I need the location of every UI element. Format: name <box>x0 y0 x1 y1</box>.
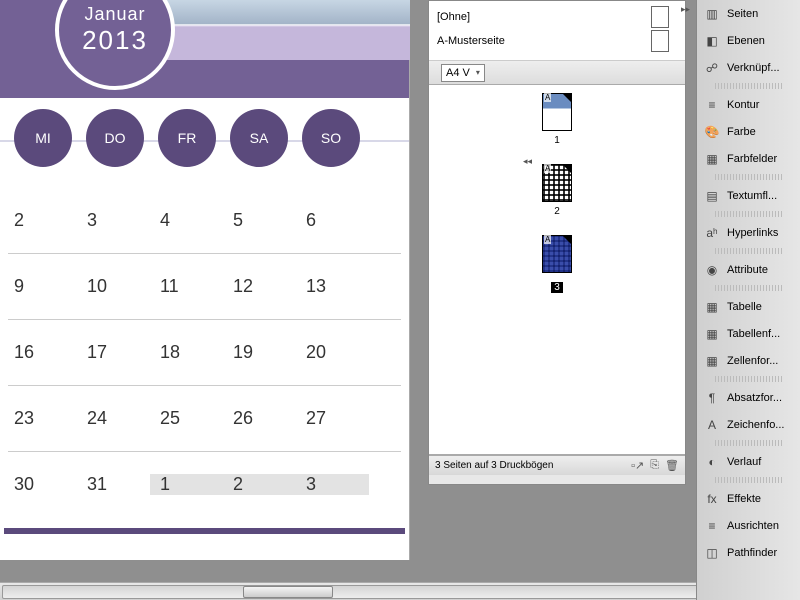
weekday-cell: SO <box>302 109 360 167</box>
masters-section[interactable]: [Ohne] A-Musterseite <box>429 1 685 61</box>
ebenen-icon: ◧ <box>703 33 721 49</box>
master-a[interactable]: A-Musterseite <box>437 29 677 53</box>
zellenfor-icon: ▦ <box>703 353 721 369</box>
attribute-icon: ◉ <box>703 262 721 278</box>
calendar-footer-bar <box>4 528 405 534</box>
dock-item-label: Farbe <box>727 126 794 138</box>
tabelle-icon: ▦ <box>703 299 721 315</box>
master-thumb-icon <box>651 30 669 52</box>
dock-item-attribute[interactable]: ◉ Attribute <box>697 256 800 283</box>
calendar-header: Januar 2013 <box>0 0 409 98</box>
dock-item-verlauf[interactable]: ◐ Verlauf <box>697 448 800 475</box>
zeichenfo-icon: A <box>703 417 721 433</box>
seiten-icon: ▥ <box>703 6 721 22</box>
dock-item-label: Seiten <box>727 8 794 20</box>
verlauf-icon: ◐ <box>703 454 721 470</box>
page-item-2[interactable]: 2 <box>429 164 685 217</box>
dock-item-label: Verknüpf... <box>727 62 794 74</box>
header-photo <box>150 0 410 60</box>
textumfl-icon: ▤ <box>703 188 721 204</box>
dock-item-label: Hyperlinks <box>727 227 794 239</box>
page-thumbnail-icon[interactable] <box>542 93 572 131</box>
dock-item-effekte[interactable]: fx Effekte <box>697 485 800 512</box>
dock-item-farbe[interactable]: 🎨 Farbe <box>697 118 800 145</box>
farbfelder-icon: ▦ <box>703 151 721 167</box>
dock-item-tabellenf[interactable]: ▦ Tabellenf... <box>697 320 800 347</box>
weekday-cell: FR <box>158 109 216 167</box>
dock-item-label: Zellenfor... <box>727 355 794 367</box>
dock-item-label: Effekte <box>727 493 794 505</box>
dock-item-label: Ebenen <box>727 35 794 47</box>
dock-item-pathfinder[interactable]: ◫ Pathfinder <box>697 539 800 566</box>
page-item-3[interactable]: 3 <box>429 235 685 295</box>
dock-item-label: Verlauf <box>727 456 794 468</box>
hyperlinks-icon: aʰ <box>703 225 721 241</box>
weekday-cell: SA <box>230 109 288 167</box>
kontur-icon: ≡ <box>703 97 721 113</box>
new-page-icon[interactable]: ⎘ <box>650 459 659 472</box>
dock-item-label: Tabellenf... <box>727 328 794 340</box>
dock-item-ebenen[interactable]: ◧ Ebenen <box>697 27 800 54</box>
collapse-arrow-icon[interactable]: ▸▸ <box>681 4 690 15</box>
dock-item-textumfl[interactable]: ▤ Textumfl... <box>697 182 800 209</box>
delete-page-icon[interactable]: 🗑 <box>665 459 679 472</box>
tabellenf-icon: ▦ <box>703 326 721 342</box>
calendar-grid: 23456 910111213 1617181920 2324252627 30… <box>0 178 409 527</box>
page-size-dropdown[interactable]: A4 V <box>441 64 485 82</box>
dock-item-label: Attribute <box>727 264 794 276</box>
panel-dock[interactable]: ▥ Seiten ◧ Ebenen ☍ Verknüpf... ≡ Kontur 🎨 Farbe ▦… <box>696 0 800 600</box>
collapse-arrow-icon[interactable]: ◂◂ <box>523 156 532 167</box>
pages-list[interactable]: 1 2 3 <box>429 85 685 455</box>
dock-item-zeichenfo[interactable]: A Zeichenfo... <box>697 411 800 438</box>
month-badge: Januar 2013 <box>55 0 175 90</box>
pages-status-bar: 3 Seiten auf 3 Druckbögen ▫↗ ⎘ 🗑 <box>429 455 685 475</box>
dock-item-label: Ausrichten <box>727 520 794 532</box>
weekday-cell: MI <box>14 109 72 167</box>
weekday-cell: DO <box>86 109 144 167</box>
document-canvas[interactable]: Januar 2013 MI DO FR SA SO 23456 9101112… <box>0 0 410 560</box>
dock-item-label: Farbfelder <box>727 153 794 165</box>
farbe-icon: 🎨 <box>703 124 721 140</box>
absatzfor-icon: ¶ <box>703 390 721 406</box>
page-size-bar: A4 V <box>429 61 685 85</box>
dock-item-label: Kontur <box>727 99 794 111</box>
pages-status-text: 3 Seiten auf 3 Druckbögen <box>435 460 553 471</box>
ausrichten-icon: ≡ <box>703 518 721 534</box>
scrollbar-track[interactable] <box>2 585 766 599</box>
dock-item-label: Textumfl... <box>727 190 794 202</box>
pages-panel[interactable]: [Ohne] A-Musterseite A4 V 1 2 3 3 Seiten… <box>428 0 686 485</box>
verknpf-icon: ☍ <box>703 60 721 76</box>
dock-item-label: Zeichenfo... <box>727 419 794 431</box>
page-item-1[interactable]: 1 <box>429 93 685 146</box>
dock-item-kontur[interactable]: ≡ Kontur <box>697 91 800 118</box>
dock-item-tabelle[interactable]: ▦ Tabelle <box>697 293 800 320</box>
dock-item-absatzfor[interactable]: ¶ Absatzfor... <box>697 384 800 411</box>
dock-item-farbfelder[interactable]: ▦ Farbfelder <box>697 145 800 172</box>
dock-item-hyperlinks[interactable]: aʰ Hyperlinks <box>697 219 800 246</box>
weekday-row: MI DO FR SA SO <box>0 98 409 178</box>
page-thumbnail-icon[interactable] <box>542 235 572 273</box>
master-thumb-icon <box>651 6 669 28</box>
month-label: Januar <box>59 0 171 25</box>
dock-item-label: Tabelle <box>727 301 794 313</box>
edit-page-icon[interactable]: ▫↗ <box>631 459 644 472</box>
effekte-icon: fx <box>703 491 721 507</box>
dock-item-verknpf[interactable]: ☍ Verknüpf... <box>697 54 800 81</box>
year-label: 2013 <box>59 25 171 56</box>
dock-item-label: Pathfinder <box>727 547 794 559</box>
page-thumbnail-icon[interactable] <box>542 164 572 202</box>
dock-item-ausrichten[interactable]: ≡ Ausrichten <box>697 512 800 539</box>
scrollbar-thumb[interactable] <box>243 586 333 598</box>
master-none[interactable]: [Ohne] <box>437 5 677 29</box>
horizontal-scrollbar[interactable] <box>0 582 800 600</box>
dock-item-seiten[interactable]: ▥ Seiten <box>697 0 800 27</box>
pathfinder-icon: ◫ <box>703 545 721 561</box>
dock-item-zellenfor[interactable]: ▦ Zellenfor... <box>697 347 800 374</box>
dock-item-label: Absatzfor... <box>727 392 794 404</box>
